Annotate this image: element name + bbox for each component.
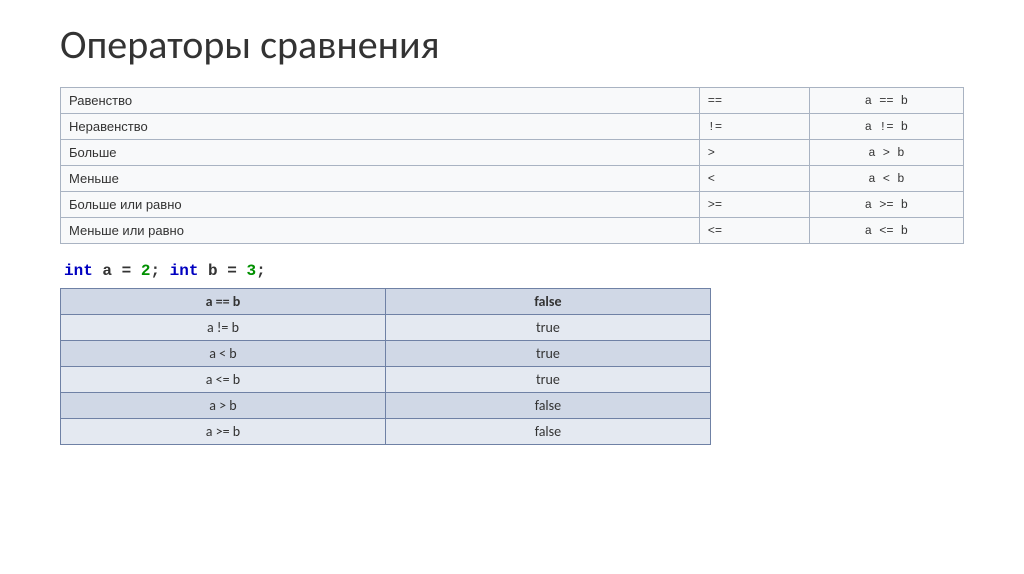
table-row: Больше > a > b: [61, 140, 964, 166]
operator-example: a <= b: [809, 218, 963, 244]
result-value: true: [385, 367, 710, 393]
operator-name: Меньше: [61, 166, 700, 192]
operator-symbol: <=: [699, 218, 809, 244]
result-value: false: [385, 419, 710, 445]
table-row: a >= b false: [61, 419, 711, 445]
table-row: a > b false: [61, 393, 711, 419]
operator-example: a < b: [809, 166, 963, 192]
operator-example: a > b: [809, 140, 963, 166]
code-text: b =: [198, 262, 246, 280]
result-expression: a > b: [61, 393, 386, 419]
table-row: Больше или равно >= a >= b: [61, 192, 964, 218]
operator-name: Больше или равно: [61, 192, 700, 218]
table-row: Равенство == a == b: [61, 88, 964, 114]
operator-symbol: <: [699, 166, 809, 192]
operator-example: a >= b: [809, 192, 963, 218]
results-table: a == b false a != b true a < b true a <=…: [60, 288, 711, 445]
table-row: Неравенство != a != b: [61, 114, 964, 140]
result-expression: a >= b: [61, 419, 386, 445]
operator-example: a != b: [809, 114, 963, 140]
operator-name: Неравенство: [61, 114, 700, 140]
result-expression: a <= b: [61, 367, 386, 393]
code-number: 3: [246, 262, 256, 280]
code-number: 2: [141, 262, 151, 280]
operator-symbol: !=: [699, 114, 809, 140]
table-row: a <= b true: [61, 367, 711, 393]
code-keyword: int: [64, 262, 93, 280]
result-value: true: [385, 315, 710, 341]
result-expression: a == b: [61, 289, 386, 315]
code-snippet: int a = 2; int b = 3;: [60, 262, 964, 280]
operators-table: Равенство == a == b Неравенство != a != …: [60, 87, 964, 244]
result-value: false: [385, 393, 710, 419]
result-expression: a != b: [61, 315, 386, 341]
table-row: a != b true: [61, 315, 711, 341]
operator-name: Равенство: [61, 88, 700, 114]
operator-symbol: >=: [699, 192, 809, 218]
code-text: ;: [150, 262, 169, 280]
results-table-wrapper: a == b false a != b true a < b true a <=…: [60, 288, 711, 445]
operator-name: Меньше или равно: [61, 218, 700, 244]
operator-symbol: >: [699, 140, 809, 166]
table-row: Меньше или равно <= a <= b: [61, 218, 964, 244]
table-row: a < b true: [61, 341, 711, 367]
operator-example: a == b: [809, 88, 963, 114]
result-value: true: [385, 341, 710, 367]
code-text: a =: [93, 262, 141, 280]
code-keyword: int: [170, 262, 199, 280]
operator-symbol: ==: [699, 88, 809, 114]
table-row: Меньше < a < b: [61, 166, 964, 192]
result-value: false: [385, 289, 710, 315]
slide-title: Операторы сравнения: [60, 20, 964, 69]
operator-name: Больше: [61, 140, 700, 166]
table-row: a == b false: [61, 289, 711, 315]
result-expression: a < b: [61, 341, 386, 367]
code-text: ;: [256, 262, 266, 280]
